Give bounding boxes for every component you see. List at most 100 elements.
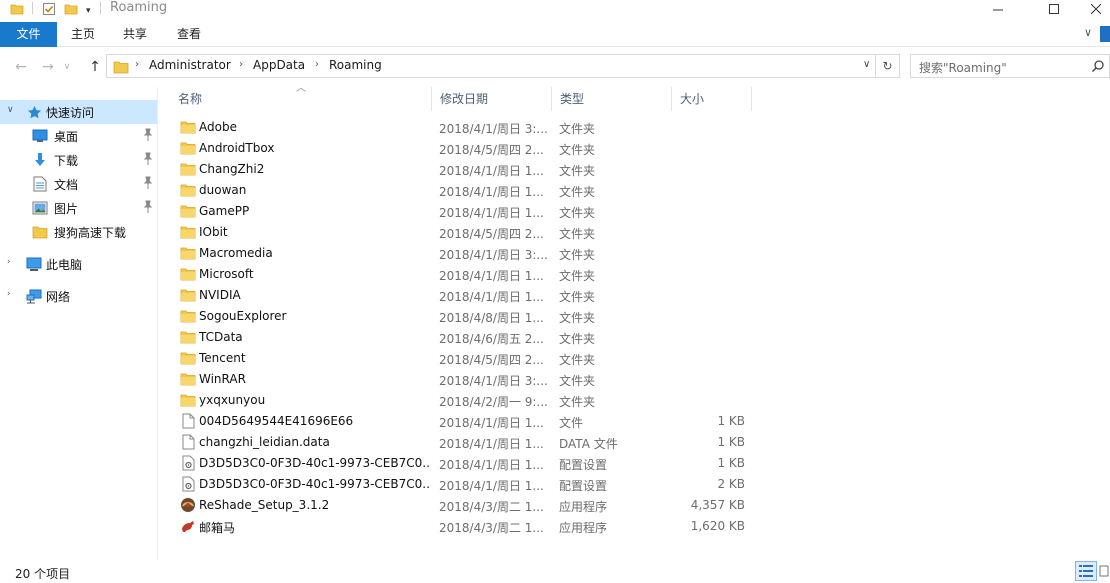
refresh-button[interactable]: ↻	[876, 54, 900, 78]
close-button[interactable]	[1082, 0, 1110, 18]
folder-icon	[180, 266, 196, 282]
table-row[interactable]: D3D5D3C0-0F3D-40c1-9973-CEB7C0... 2018/4/…	[170, 474, 760, 495]
file-type: 应用程序	[559, 500, 608, 514]
details-view-button[interactable]	[1075, 561, 1097, 581]
tab-share[interactable]: 共享	[112, 22, 158, 47]
tab-view[interactable]: 查看	[166, 22, 212, 47]
breadcrumb-separator-icon[interactable]: ›	[135, 59, 139, 70]
chevron-down-icon[interactable]: ∨	[7, 105, 14, 115]
file-date-modified: 2018/4/3/周二 1...	[439, 521, 544, 535]
address-bar[interactable]: › Administrator › AppData › Roaming ∨	[106, 54, 876, 78]
pin-icon[interactable]	[143, 200, 153, 214]
search-icon[interactable]	[1091, 59, 1105, 73]
sidebar-item-this-pc[interactable]: › 此电脑	[0, 252, 157, 276]
sidebar-item-pictures[interactable]: 图片	[0, 196, 157, 220]
table-row[interactable]: duowan 2018/4/1/周日 1... 文件夹	[170, 180, 760, 201]
table-row[interactable]: SogouExplorer 2018/4/8/周日 1... 文件夹	[170, 306, 760, 327]
table-row[interactable]: 004D5649544E41696E66 2018/4/1/周日 1... 文件 1 …	[170, 411, 760, 432]
forward-button[interactable]: →	[37, 57, 59, 77]
file-name: 邮箱马	[199, 521, 236, 535]
folder-icon	[180, 329, 196, 345]
up-button[interactable]: ↑	[84, 57, 106, 77]
table-row[interactable]: GamePP 2018/4/1/周日 1... 文件夹	[170, 201, 760, 222]
pin-icon[interactable]	[143, 152, 153, 166]
expand-ribbon-chevron-icon[interactable]: ∨	[1084, 26, 1092, 39]
properties-icon[interactable]	[42, 0, 56, 18]
table-row[interactable]: AndroidTbox 2018/4/5/周四 2... 文件夹	[170, 138, 760, 159]
quick-access-folder-icon[interactable]	[10, 0, 24, 18]
table-row[interactable]: 邮箱马 2018/4/3/周二 1... 应用程序 1,620 KB	[170, 516, 760, 537]
pin-icon[interactable]	[143, 128, 153, 142]
recent-locations-button[interactable]: ∨	[60, 57, 74, 77]
file-type: 文件夹	[559, 248, 596, 262]
large-icons-view-button[interactable]	[1098, 561, 1110, 581]
breadcrumb-separator-icon[interactable]: ›	[315, 59, 319, 70]
tab-file[interactable]: 文件	[0, 22, 57, 47]
sidebar-item-network[interactable]: › 网络	[0, 284, 157, 308]
table-row[interactable]: D3D5D3C0-0F3D-40c1-9973-CEB7C0... 2018/4/…	[170, 453, 760, 474]
table-row[interactable]: IObit 2018/4/5/周四 2... 文件夹	[170, 222, 760, 243]
file-type: 文件夹	[559, 374, 596, 388]
chevron-right-icon[interactable]: ›	[7, 289, 11, 299]
file-type: 文件夹	[559, 122, 596, 136]
search-box[interactable]: 搜索"Roaming"	[910, 54, 1110, 78]
table-row[interactable]: NVIDIA 2018/4/1/周日 1... 文件夹	[170, 285, 760, 306]
help-icon[interactable]	[1100, 26, 1110, 42]
file-type: 文件夹	[559, 269, 596, 283]
sidebar-item-documents[interactable]: 文档	[0, 172, 157, 196]
column-header-size[interactable]: 大小	[672, 87, 752, 111]
large-icons-view-icon	[1099, 565, 1109, 577]
table-row[interactable]: Microsoft 2018/4/1/周日 1... 文件夹	[170, 264, 760, 285]
tab-home[interactable]: 主页	[60, 22, 106, 47]
file-type: 文件夹	[559, 395, 596, 409]
table-row[interactable]: ChangZhi2 2018/4/1/周日 1... 文件夹	[170, 159, 760, 180]
folder-icon	[180, 140, 196, 156]
sidebar-item-label: 桌面	[54, 130, 79, 144]
title-bar: ▾ Roaming	[0, 0, 1110, 22]
file-date-modified: 2018/4/1/周日 3:...	[439, 248, 548, 262]
new-folder-icon[interactable]	[64, 0, 78, 18]
table-row[interactable]: changzhi_leidian.data 2018/4/1/周日 1... DAT…	[170, 432, 760, 453]
back-button[interactable]: ←	[10, 57, 32, 77]
sidebar-item-desktop[interactable]: 桌面	[0, 124, 157, 148]
file-name: D3D5D3C0-0F3D-40c1-9973-CEB7C0...	[199, 456, 431, 470]
file-explorer-window: ▾ Roaming 文件 主页 共享 查看 ∨ ← → ∨ ↑ › Admini…	[0, 0, 1110, 583]
computer-icon	[26, 256, 42, 272]
breadcrumb-administrator[interactable]: Administrator	[149, 58, 231, 72]
window-title: Roaming	[110, 0, 168, 15]
column-header-date[interactable]: 修改日期	[432, 87, 552, 111]
sidebar-item-quick-access[interactable]: ∨ 快速访问	[0, 100, 157, 124]
breadcrumb-roaming[interactable]: Roaming	[329, 58, 382, 72]
chevron-right-icon[interactable]: ›	[7, 257, 11, 267]
breadcrumb-appdata[interactable]: AppData	[253, 58, 305, 72]
minimize-button[interactable]	[975, 0, 1021, 18]
column-header-name[interactable]: 名称	[170, 87, 432, 111]
file-type: 文件夹	[559, 290, 596, 304]
table-row[interactable]: Adobe 2018/4/1/周日 3:... 文件夹	[170, 117, 760, 138]
breadcrumb-separator-icon[interactable]: ›	[239, 59, 243, 70]
config-file-icon	[180, 476, 196, 492]
arrow-left-icon: ←	[15, 59, 27, 75]
table-row[interactable]: Tencent 2018/4/5/周四 2... 文件夹	[170, 348, 760, 369]
table-row[interactable]: TCData 2018/4/6/周五 2... 文件夹	[170, 327, 760, 348]
address-dropdown-icon[interactable]: ∨	[863, 59, 870, 70]
file-name: 004D5649544E41696E66	[199, 414, 354, 428]
sidebar-item-sogou-download[interactable]: 搜狗高速下载	[0, 220, 157, 244]
reshade-app-icon	[180, 497, 196, 513]
table-row[interactable]: yxqxunyou 2018/4/2/周一 9:... 文件夹	[170, 390, 760, 411]
sidebar-item-downloads[interactable]: 下载	[0, 148, 157, 172]
navigation-pane: ∨ 快速访问 桌面 下载 文档 图片 搜狗高速下载 › 此电脑 › 网络	[0, 87, 158, 559]
customize-toolbar-dropdown-icon[interactable]: ▾	[86, 2, 91, 20]
file-name: duowan	[199, 183, 247, 197]
maximize-button[interactable]	[1031, 0, 1077, 18]
folder-icon	[180, 245, 196, 261]
column-header-type[interactable]: 类型	[552, 87, 672, 111]
table-row[interactable]: WinRAR 2018/4/1/周日 3:... 文件夹	[170, 369, 760, 390]
table-row[interactable]: Macromedia 2018/4/1/周日 3:... 文件夹	[170, 243, 760, 264]
table-row[interactable]: ReShade_Setup_3.1.2 2018/4/3/周二 1... 应用程序 4…	[170, 495, 760, 516]
search-input[interactable]: 搜索"Roaming"	[919, 59, 1007, 76]
file-type: 文件夹	[559, 164, 596, 178]
folder-icon	[180, 119, 196, 135]
pin-icon[interactable]	[143, 176, 153, 190]
file-date-modified: 2018/4/2/周一 9:...	[439, 395, 548, 409]
